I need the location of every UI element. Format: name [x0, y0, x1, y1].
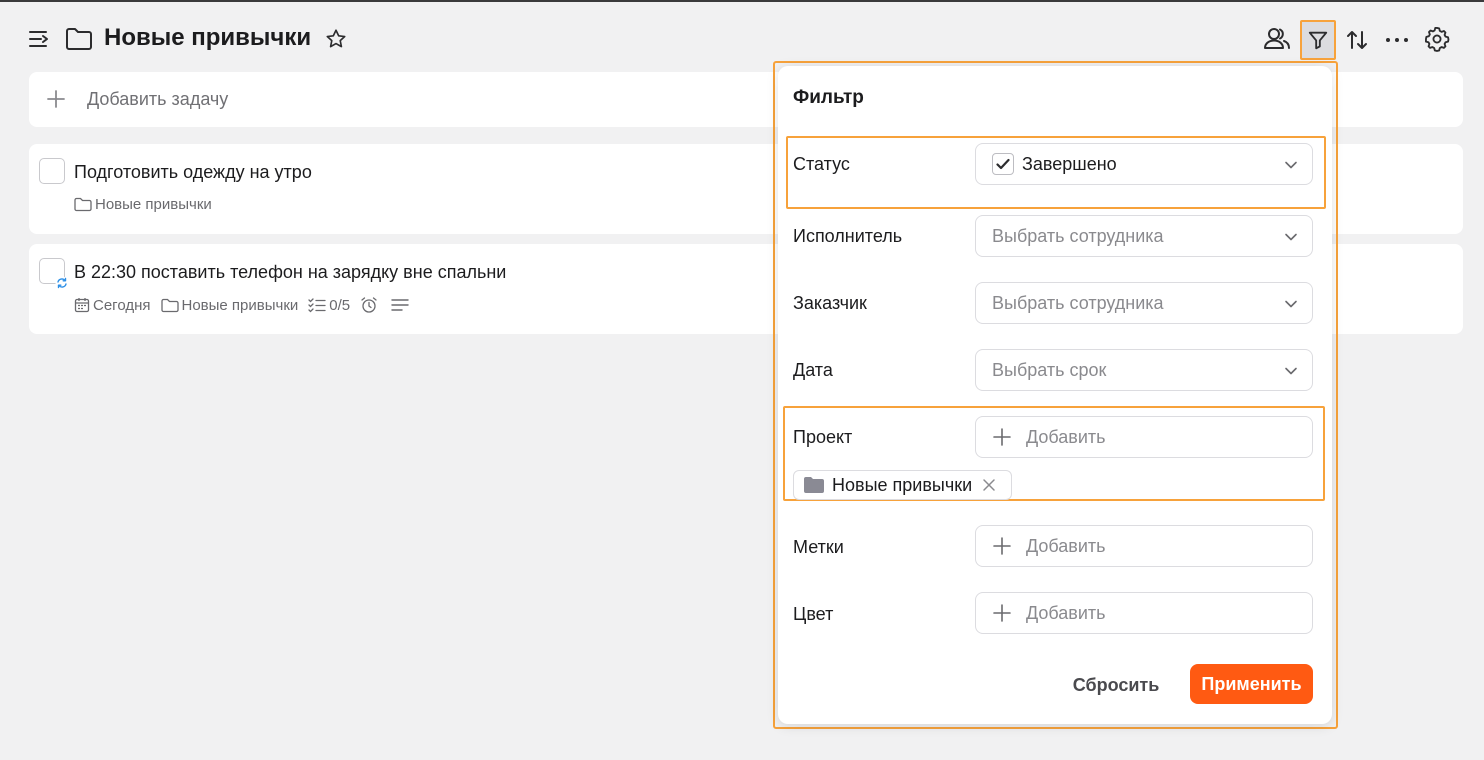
- alarm-icon: [361, 297, 377, 313]
- folder-icon: [74, 197, 92, 212]
- assignee-placeholder: Выбрать сотрудника: [992, 225, 1164, 246]
- customer-label: Заказчик: [793, 293, 867, 313]
- task-checklist-count: 0/5: [329, 296, 351, 314]
- status-label: Статус: [793, 154, 850, 174]
- description-icon: [391, 299, 409, 311]
- plus-icon: [993, 428, 1011, 446]
- apply-button[interactable]: Применить: [1190, 664, 1313, 704]
- close-icon[interactable]: [982, 478, 996, 492]
- users-icon[interactable]: [1262, 24, 1292, 54]
- filter-title: Фильтр: [793, 87, 864, 108]
- task-project-label: Новые привычки: [95, 196, 212, 213]
- tags-label: Метки: [793, 537, 844, 557]
- chevron-down-icon: [1285, 300, 1297, 308]
- task-project[interactable]: Новые привычки: [74, 196, 212, 213]
- reset-button[interactable]: Сбросить: [1062, 665, 1170, 705]
- customer-select[interactable]: Выбрать сотрудника: [975, 282, 1313, 324]
- color-add-button[interactable]: Добавить: [975, 592, 1313, 634]
- chevron-down-icon: [1285, 367, 1297, 375]
- date-placeholder: Выбрать срок: [992, 359, 1107, 380]
- sort-icon[interactable]: [1344, 26, 1370, 54]
- task-meta: Сегодня Новые привычки 0/5: [74, 296, 422, 314]
- folder-icon: [64, 24, 94, 54]
- filter-button[interactable]: [1300, 20, 1336, 60]
- assignee-select[interactable]: Выбрать сотрудника: [975, 215, 1313, 257]
- task-date-label: Сегодня: [93, 296, 151, 314]
- folder-icon: [160, 298, 179, 312]
- task-project[interactable]: Новые привычки: [160, 296, 299, 314]
- tags-add-label: Добавить: [1026, 535, 1106, 556]
- project-add-label: Добавить: [1026, 426, 1106, 447]
- calendar-icon: [74, 298, 90, 313]
- task-meta: Новые привычки: [74, 196, 222, 213]
- color-label: Цвет: [793, 604, 834, 624]
- plus-icon: [993, 604, 1011, 622]
- date-select[interactable]: Выбрать срок: [975, 349, 1313, 391]
- folder-filled-icon: [804, 477, 824, 493]
- task-title[interactable]: В 22:30 поставить телефон на зарядку вне…: [74, 260, 506, 284]
- chevron-down-icon: [1285, 233, 1297, 241]
- assignee-label: Исполнитель: [793, 226, 903, 246]
- plus-icon: [993, 537, 1011, 555]
- task-checkbox[interactable]: [39, 158, 65, 184]
- checklist-icon: [308, 298, 326, 313]
- task-title[interactable]: Подготовить одежду на утро: [74, 160, 312, 184]
- task-reminder[interactable]: [360, 296, 381, 314]
- star-icon[interactable]: [324, 27, 348, 51]
- project-add-button[interactable]: Добавить: [975, 416, 1313, 458]
- more-icon[interactable]: [1384, 28, 1410, 52]
- color-add-label: Добавить: [1026, 602, 1106, 623]
- tags-add-button[interactable]: Добавить: [975, 525, 1313, 567]
- gear-icon[interactable]: [1422, 24, 1452, 54]
- date-label: Дата: [793, 360, 833, 380]
- project-label: Проект: [793, 427, 853, 447]
- task-project-label: Новые привычки: [181, 296, 299, 314]
- plus-icon: [45, 88, 67, 115]
- customer-placeholder: Выбрать сотрудника: [992, 292, 1164, 313]
- task-description[interactable]: [391, 298, 412, 312]
- page-title: Новые привычки: [104, 24, 312, 51]
- task-checklist[interactable]: 0/5: [308, 297, 350, 314]
- task-date[interactable]: Сегодня: [74, 297, 151, 314]
- project-chip: Новые привычки: [793, 470, 1012, 500]
- status-value: Завершено: [1022, 153, 1117, 174]
- checkbox-checked-icon: [992, 153, 1014, 175]
- sidebar-toggle-icon[interactable]: [26, 26, 52, 52]
- status-select[interactable]: Завершено: [975, 143, 1313, 185]
- repeat-icon: [55, 276, 69, 295]
- add-task-label: Добавить задачу: [87, 89, 229, 109]
- project-chip-label: Новые привычки: [832, 474, 973, 495]
- chevron-down-icon: [1285, 161, 1297, 169]
